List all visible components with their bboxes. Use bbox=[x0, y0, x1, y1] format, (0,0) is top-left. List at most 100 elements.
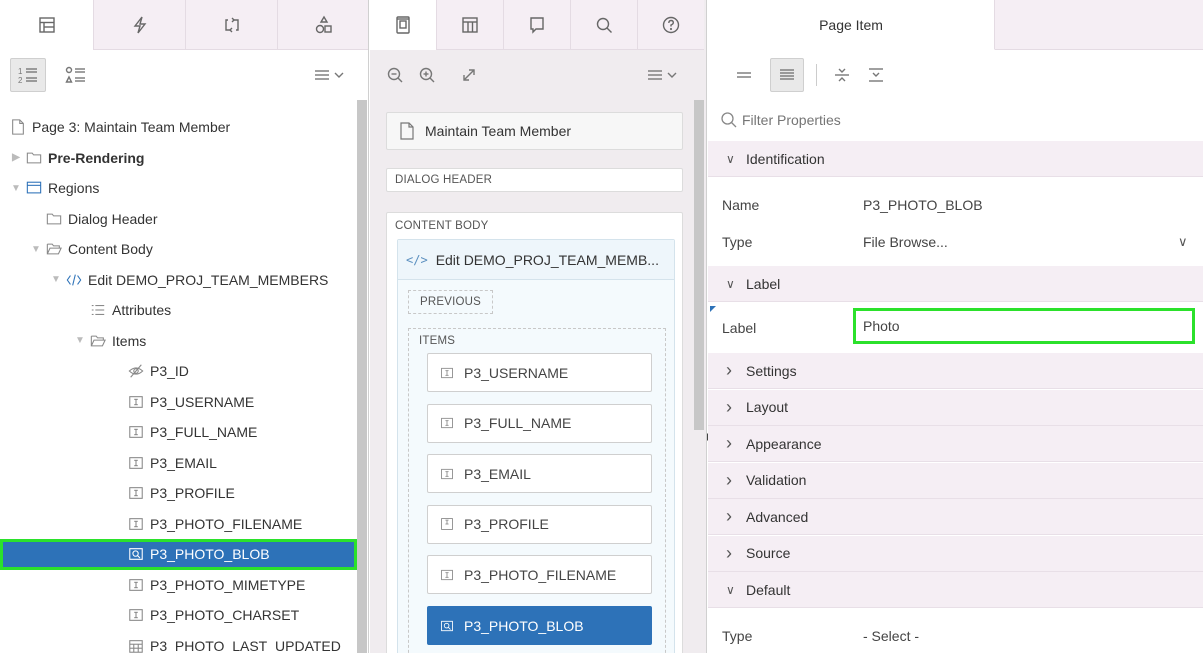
tree-node-selected[interactable]: P3_PHOTO_BLOB bbox=[0, 539, 357, 570]
layout-item[interactable]: P3_USERNAME bbox=[427, 353, 652, 392]
layout-item[interactable]: P3_FULL_NAME bbox=[427, 403, 652, 443]
tab-rendering[interactable] bbox=[0, 0, 93, 50]
text-field-icon bbox=[126, 484, 146, 502]
section-label: Source bbox=[746, 545, 791, 561]
previous-position[interactable]: PREVIOUS bbox=[408, 290, 493, 314]
chevron-down-icon: ∨ bbox=[726, 151, 735, 166]
chevron-down-icon: ∨ bbox=[726, 582, 735, 597]
type-row: Type File Browse... ∨ bbox=[708, 224, 1203, 260]
tab-messages[interactable] bbox=[503, 0, 570, 50]
middle-menu-button[interactable] bbox=[638, 58, 688, 92]
tree-node[interactable]: ▼ Edit DEMO_PROJ_TEAM_MEMBERS bbox=[0, 265, 357, 296]
section-label: Validation bbox=[746, 472, 807, 488]
tree-node-label: Items bbox=[112, 332, 147, 349]
collapse-toggle-icon[interactable]: ▼ bbox=[8, 183, 24, 194]
default-type-select[interactable]: - Select - bbox=[863, 628, 919, 644]
section-layout[interactable]: › Layout bbox=[708, 389, 1203, 426]
tree-node[interactable]: P3_EMAIL bbox=[0, 448, 357, 479]
section-default[interactable]: ∨ Default bbox=[708, 572, 1203, 608]
label-label: Label bbox=[722, 320, 757, 336]
name-field[interactable]: P3_PHOTO_BLOB bbox=[863, 197, 983, 213]
tree-node-label: Dialog Header bbox=[68, 210, 158, 227]
text-field-icon bbox=[126, 606, 146, 624]
type-select[interactable]: File Browse... bbox=[863, 234, 948, 250]
section-advanced[interactable]: › Advanced bbox=[708, 499, 1203, 535]
group-by-component-button[interactable]: 12 bbox=[10, 58, 46, 92]
tree-node[interactable]: P3_PHOTO_MIMETYPE bbox=[0, 570, 357, 601]
ordered-list-icon: 12 bbox=[18, 67, 37, 84]
tree-node[interactable]: P3_ID bbox=[0, 356, 357, 387]
name-label: Name bbox=[722, 197, 760, 213]
tree-node[interactable]: P3_PHOTO_CHARSET bbox=[0, 600, 357, 631]
tab-processing[interactable] bbox=[185, 0, 277, 50]
previous-caption: PREVIOUS bbox=[419, 296, 482, 308]
date-picker-icon bbox=[126, 637, 146, 653]
default-type-row: Type - Select - bbox=[708, 618, 1203, 653]
collapse-toggle-icon[interactable]: ▼ bbox=[48, 274, 64, 285]
expand-toggle-icon[interactable]: ▶ bbox=[8, 152, 24, 163]
section-appearance[interactable]: › Appearance bbox=[708, 426, 1203, 462]
filter-properties-input[interactable] bbox=[742, 108, 1182, 132]
section-label: Layout bbox=[746, 399, 789, 415]
label-field[interactable]: Photo bbox=[853, 308, 1195, 344]
tree-node[interactable]: Dialog Header bbox=[0, 204, 357, 235]
expand-all-button[interactable] bbox=[862, 58, 890, 92]
tab-component-view[interactable] bbox=[436, 0, 503, 50]
component-view-tab-icon bbox=[462, 16, 478, 33]
tab-page-item[interactable]: Page Item bbox=[708, 0, 995, 50]
edit-region-header: </> Edit DEMO_PROJ_TEAM_MEMB... bbox=[398, 240, 674, 280]
tree-node[interactable]: Page 3: Maintain Team Member bbox=[0, 112, 357, 143]
tab-layout[interactable] bbox=[370, 0, 436, 50]
tab-shared-components[interactable] bbox=[277, 0, 368, 50]
section-source[interactable]: › Source bbox=[708, 535, 1203, 572]
zoom-out-button[interactable] bbox=[380, 58, 410, 92]
tab-help[interactable] bbox=[637, 0, 704, 50]
tree-node[interactable]: ▼ Regions bbox=[0, 173, 357, 204]
layout-item-selected[interactable]: P3_PHOTO_BLOB bbox=[427, 606, 652, 645]
chevron-down-icon[interactable]: ∨ bbox=[1178, 234, 1188, 250]
page-title-card[interactable]: Maintain Team Member bbox=[386, 112, 683, 150]
tree-node[interactable]: ▼ Content Body bbox=[0, 234, 357, 265]
tree-node[interactable]: P3_PHOTO_LAST_UPDATED bbox=[0, 631, 357, 653]
collapse-toggle-icon[interactable]: ▼ bbox=[72, 335, 88, 346]
expand-button[interactable] bbox=[454, 58, 484, 92]
tab-search[interactable] bbox=[570, 0, 637, 50]
show-all-button[interactable] bbox=[770, 58, 804, 92]
right-tabbar: Page Item bbox=[708, 0, 1203, 50]
collapse-all-button[interactable] bbox=[828, 58, 856, 92]
text-field-icon bbox=[440, 568, 454, 582]
filter-properties[interactable] bbox=[708, 102, 1203, 138]
tree-node-label: Regions bbox=[48, 180, 100, 197]
shared-components-tab-icon bbox=[315, 15, 332, 33]
group-by-processing-order-button[interactable] bbox=[58, 58, 94, 92]
layout-item[interactable]: P3_PROFILE bbox=[427, 504, 652, 544]
tab-dynamic-actions[interactable] bbox=[93, 0, 185, 50]
dialog-header-region[interactable]: DIALOG HEADER bbox=[386, 168, 683, 192]
tree-node[interactable]: ▼ Items bbox=[0, 326, 357, 357]
folder-icon bbox=[44, 210, 64, 228]
chevron-down-icon: ∨ bbox=[726, 276, 735, 291]
section-identification[interactable]: ∨ Identification bbox=[708, 141, 1203, 177]
tree-node[interactable]: ▶ Pre-Rendering bbox=[0, 143, 357, 174]
left-scrollbar[interactable] bbox=[357, 100, 367, 653]
show-common-button[interactable] bbox=[730, 58, 758, 92]
zoom-in-button[interactable] bbox=[412, 58, 442, 92]
section-label[interactable]: ∨ Label bbox=[708, 266, 1203, 302]
tree-node-label: P3_FULL_NAME bbox=[150, 424, 258, 441]
tree-node[interactable]: P3_PHOTO_FILENAME bbox=[0, 509, 357, 540]
layout-item-label: P3_PHOTO_BLOB bbox=[464, 617, 584, 634]
tree-node[interactable]: P3_PROFILE bbox=[0, 478, 357, 509]
layout-item[interactable]: P3_PHOTO_FILENAME bbox=[427, 555, 652, 595]
collapse-toggle-icon[interactable]: ▼ bbox=[28, 244, 44, 255]
toolbar-divider bbox=[816, 64, 817, 86]
tree-node[interactable]: Attributes bbox=[0, 295, 357, 326]
hidden-icon bbox=[126, 362, 146, 380]
middle-scrollbar[interactable] bbox=[694, 100, 704, 430]
left-menu-button[interactable] bbox=[305, 58, 355, 92]
section-settings[interactable]: › Settings bbox=[708, 353, 1203, 389]
tree-node[interactable]: P3_USERNAME bbox=[0, 387, 357, 418]
layout-item[interactable]: P3_EMAIL bbox=[427, 454, 652, 494]
section-validation[interactable]: › Validation bbox=[708, 462, 1203, 499]
text-field-icon bbox=[440, 416, 454, 430]
tree-node[interactable]: P3_FULL_NAME bbox=[0, 417, 357, 448]
